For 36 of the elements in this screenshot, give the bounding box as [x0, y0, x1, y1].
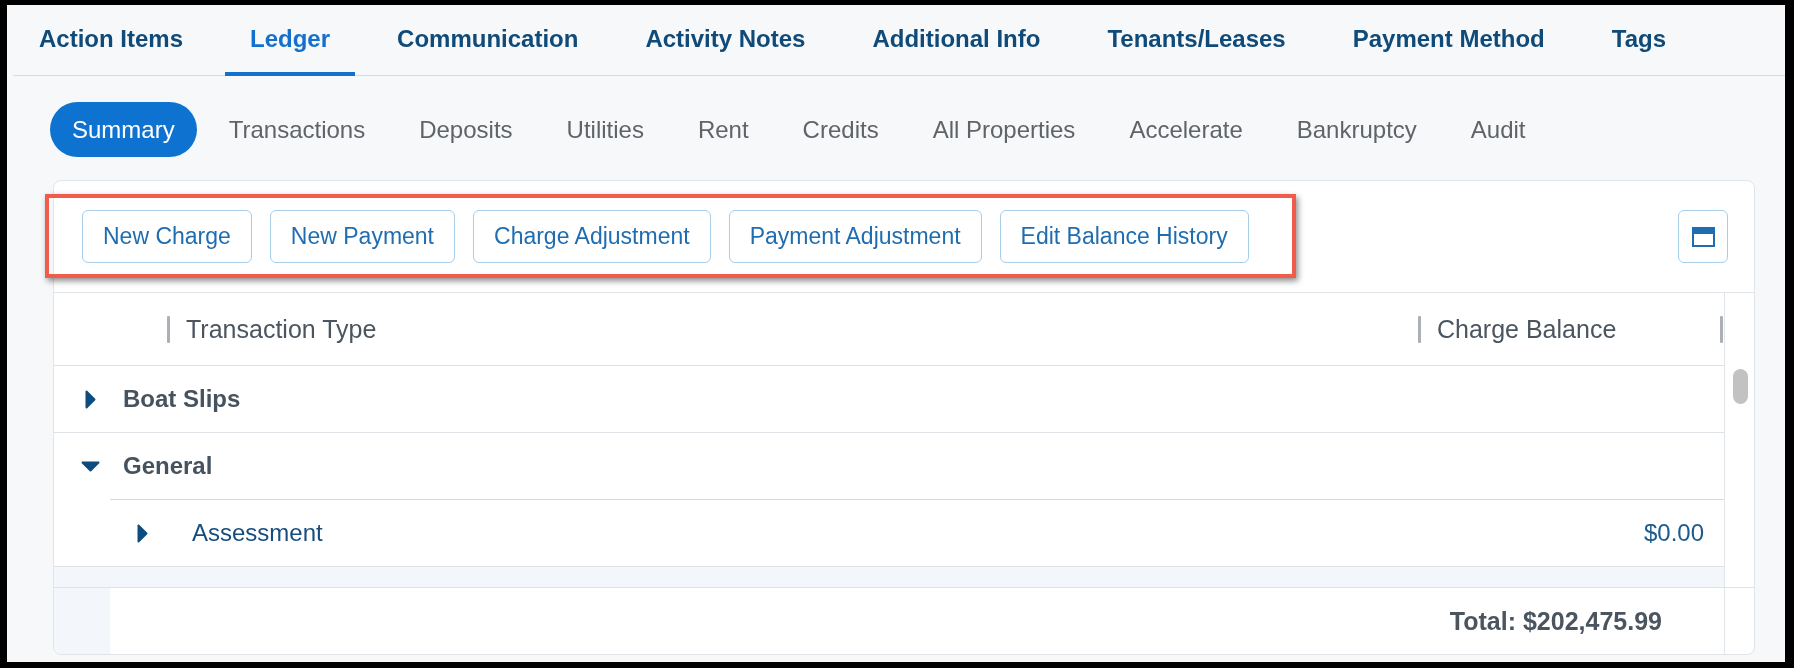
column-header: Transaction Type	[186, 314, 377, 344]
action-button[interactable]: Payment Adjustment	[728, 210, 982, 263]
action-button[interactable]: Edit Balance History	[999, 210, 1249, 263]
sub-tab[interactable]: Deposits	[397, 102, 535, 157]
sub-tab[interactable]: All Properties	[910, 102, 1098, 157]
layout-toggle-button[interactable]	[1678, 210, 1728, 263]
main-tab[interactable]: Action Items	[14, 5, 209, 76]
row-label: Assessment	[192, 519, 323, 547]
column-header: Charge Balance	[1437, 314, 1617, 344]
sub-tab[interactable]: Bankruptcy	[1274, 102, 1439, 157]
caret-right-icon[interactable]	[136, 523, 148, 543]
balance-amount: $0.00	[1643, 519, 1704, 547]
main-tab[interactable]: Tags	[1586, 5, 1691, 76]
sub-tab[interactable]: Summary	[50, 102, 197, 157]
action-button[interactable]: Charge Adjustment	[473, 210, 711, 263]
action-button[interactable]: New Payment	[269, 210, 455, 263]
main-tab[interactable]: Payment Method	[1327, 5, 1570, 76]
window-icon	[1691, 226, 1715, 247]
sub-tab[interactable]: Rent	[675, 102, 771, 157]
sub-tab[interactable]: Utilities	[544, 102, 666, 157]
sub-tab[interactable]: Audit	[1448, 102, 1548, 157]
sub-tab[interactable]: Transactions	[206, 102, 388, 157]
main-tab[interactable]: Additional Info	[847, 5, 1066, 76]
row-label: Boat Slips	[123, 385, 241, 413]
caret-down-icon[interactable]	[80, 460, 100, 472]
main-tab[interactable]: Activity Notes	[620, 5, 831, 76]
sub-tab[interactable]: Credits	[780, 102, 901, 157]
total-amount: Total: $202,475.99	[1449, 606, 1662, 636]
scrollbar-thumb[interactable]	[1733, 369, 1748, 404]
row-label: General	[123, 452, 213, 480]
action-button[interactable]: New Charge	[82, 210, 252, 263]
main-tab[interactable]: Communication	[372, 5, 604, 76]
main-tab[interactable]: Tenants/Leases	[1082, 5, 1311, 76]
sub-tab[interactable]: Accelerate	[1107, 102, 1265, 157]
main-tab[interactable]: Ledger	[225, 5, 356, 76]
caret-right-icon[interactable]	[84, 389, 96, 409]
